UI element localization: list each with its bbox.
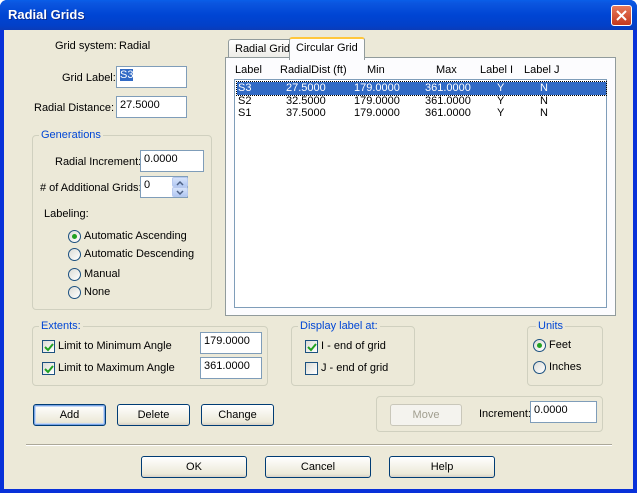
grid-system-label: Grid system: xyxy=(55,40,117,52)
tab-circular-grid[interactable]: Circular Grid xyxy=(289,37,365,60)
tab-radial-grid[interactable]: Radial Grid xyxy=(228,39,298,58)
i-end-checkbox[interactable] xyxy=(305,340,318,353)
title-bar[interactable]: Radial Grids xyxy=(0,0,637,30)
radial-distance-label: Radial Distance: xyxy=(34,102,115,114)
cell-label-j: N xyxy=(540,95,548,107)
min-angle-input[interactable]: 179.0000 xyxy=(200,332,262,354)
radial-increment-input[interactable]: 0.0000 xyxy=(140,150,204,172)
window-title: Radial Grids xyxy=(8,7,85,22)
units-group: Units xyxy=(527,320,603,386)
move-button[interactable]: Move xyxy=(390,404,462,426)
radio-manual-label[interactable]: Manual xyxy=(84,268,120,280)
radio-none-label[interactable]: None xyxy=(84,286,110,298)
radio-automatic-descending-label[interactable]: Automatic Descending xyxy=(84,248,194,260)
min-angle-label[interactable]: Limit to Minimum Angle xyxy=(58,340,172,352)
max-angle-label[interactable]: Limit to Maximum Angle xyxy=(58,362,175,374)
i-end-label[interactable]: I - end of grid xyxy=(321,340,386,352)
cell-label-i: Y xyxy=(497,95,505,107)
cell-min: 179.0000 xyxy=(354,95,400,107)
chevron-down-icon xyxy=(176,190,184,196)
col-header-max: Max xyxy=(436,64,457,76)
spin-down-button[interactable] xyxy=(172,187,188,197)
cell-radialdist: 37.5000 xyxy=(286,107,326,119)
radio-feet[interactable] xyxy=(533,339,546,352)
cell-label: S2 xyxy=(238,95,252,107)
table-row[interactable]: S3 27.5000 179.0000 361.0000 Y N xyxy=(236,81,607,96)
max-angle-checkbox[interactable] xyxy=(42,362,55,375)
radio-automatic-ascending-label[interactable]: Automatic Ascending xyxy=(84,230,187,242)
add-button[interactable]: Add xyxy=(33,404,106,426)
cell-max: 361.0000 xyxy=(425,107,471,119)
min-angle-checkbox[interactable] xyxy=(42,340,55,353)
cell-min: 179.0000 xyxy=(354,82,400,94)
cell-max: 361.0000 xyxy=(425,82,471,94)
tab-radial-grid-label: Radial Grid xyxy=(235,43,291,55)
j-end-label[interactable]: J - end of grid xyxy=(321,362,388,374)
radio-none[interactable] xyxy=(68,286,81,299)
col-header-min: Min xyxy=(367,64,385,76)
col-header-radialdist: RadialDist (ft) xyxy=(280,64,347,76)
checkmark-icon xyxy=(44,343,54,352)
grid-label-input[interactable]: S3 xyxy=(116,66,187,88)
cell-label: S1 xyxy=(238,107,252,119)
dialog-window: Radial Grids Grid system: Radial Grid La… xyxy=(0,0,637,493)
radio-manual[interactable] xyxy=(68,268,81,281)
grid-label-value: S3 xyxy=(120,69,134,81)
cell-label-i: Y xyxy=(497,82,505,94)
radial-increment-label: Radial Increment: xyxy=(55,156,142,168)
cell-radialdist: 32.5000 xyxy=(286,95,326,107)
ok-button[interactable]: OK xyxy=(141,456,247,478)
radio-inches-label[interactable]: Inches xyxy=(549,361,581,373)
increment-input[interactable]: 0.0000 xyxy=(530,401,597,423)
radio-inches[interactable] xyxy=(533,361,546,374)
col-header-label-j: Label J xyxy=(524,64,560,76)
display-label-title: Display label at: xyxy=(298,320,380,332)
cell-min: 179.0000 xyxy=(354,107,400,119)
checkmark-icon xyxy=(44,365,54,374)
grid-label-label: Grid Label: xyxy=(62,72,116,84)
cell-label-i: Y xyxy=(497,107,505,119)
cell-radialdist: 27.5000 xyxy=(286,82,326,94)
max-angle-input[interactable]: 361.0000 xyxy=(200,357,262,379)
cell-label: S3 xyxy=(238,82,252,94)
radio-feet-label[interactable]: Feet xyxy=(549,339,571,351)
generations-title: Generations xyxy=(39,129,103,141)
display-label-group: Display label at: xyxy=(291,320,415,386)
close-icon xyxy=(616,10,627,21)
additional-grids-label: # of Additional Grids: xyxy=(40,182,142,194)
tab-panel: Label RadialDist (ft) Min Max Label I La… xyxy=(225,57,616,316)
help-button[interactable]: Help xyxy=(389,456,495,478)
radio-automatic-ascending[interactable] xyxy=(68,230,81,243)
increment-label: Increment: xyxy=(479,408,531,420)
col-header-label-i: Label I xyxy=(480,64,514,76)
j-end-checkbox[interactable] xyxy=(305,362,318,375)
cell-label-j: N xyxy=(540,107,548,119)
grid-system-value: Radial xyxy=(119,40,151,52)
footer-separator xyxy=(26,444,612,446)
cell-max: 361.0000 xyxy=(425,95,471,107)
units-title: Units xyxy=(536,320,566,332)
cancel-button[interactable]: Cancel xyxy=(265,456,371,478)
chevron-up-icon xyxy=(176,180,184,186)
close-button[interactable] xyxy=(611,5,632,26)
radial-distance-input[interactable]: 27.5000 xyxy=(116,96,187,118)
extents-title: Extents: xyxy=(39,320,83,332)
additional-grids-spinner[interactable] xyxy=(172,177,188,197)
change-button[interactable]: Change xyxy=(201,404,274,426)
cell-label-j: N xyxy=(540,82,548,94)
dialog-body: Grid system: Radial Grid Label: S3 Radia… xyxy=(4,30,633,489)
grid-list[interactable]: S3 27.5000 179.0000 361.0000 Y N S2 32.5… xyxy=(234,79,607,308)
delete-button[interactable]: Delete xyxy=(117,404,190,426)
tab-circular-grid-label: Circular Grid xyxy=(296,42,358,54)
col-header-label: Label xyxy=(235,64,262,76)
spin-up-button[interactable] xyxy=(172,177,188,187)
checkmark-icon xyxy=(307,343,317,352)
labeling-label: Labeling: xyxy=(44,208,89,220)
radio-automatic-descending[interactable] xyxy=(68,248,81,261)
table-row[interactable]: S1 37.5000 179.0000 361.0000 Y N xyxy=(237,107,606,120)
